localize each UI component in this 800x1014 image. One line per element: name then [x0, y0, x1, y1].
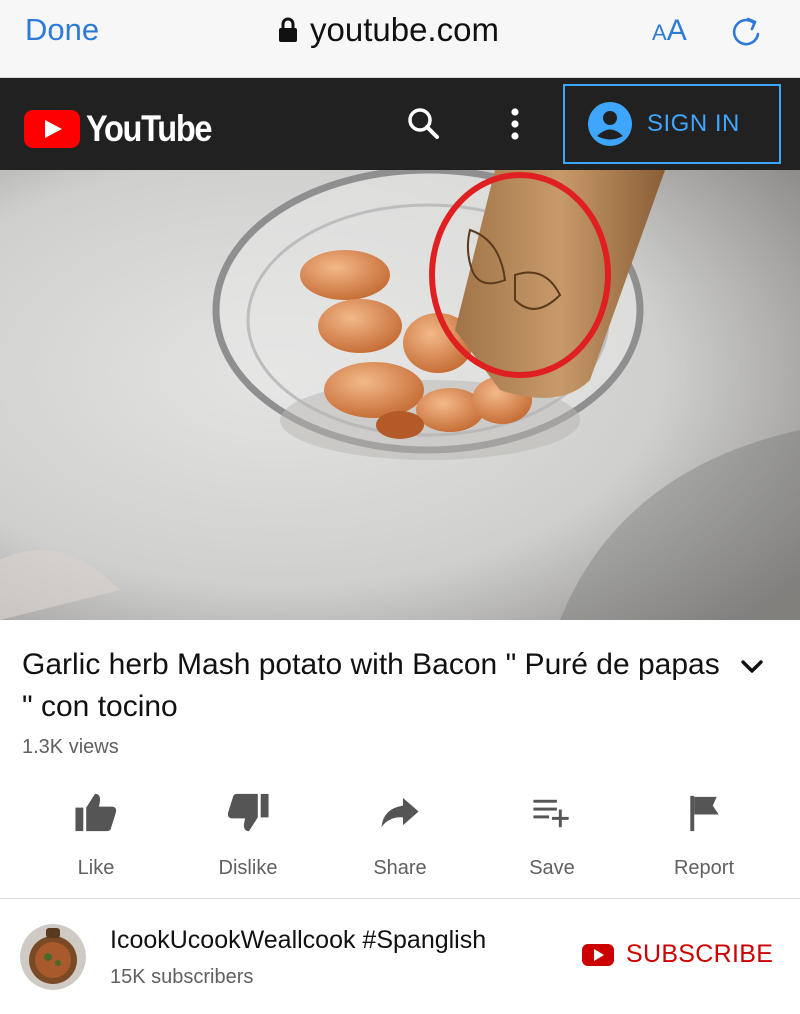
- video-title: Garlic herb Mash potato with Bacon " Pur…: [22, 648, 720, 723]
- flag-icon: [690, 795, 719, 832]
- search-icon[interactable]: [402, 102, 446, 146]
- thumb-up-icon: [75, 793, 117, 832]
- sign-in-button[interactable]: SIGN IN: [563, 84, 781, 164]
- done-button[interactable]: Done: [25, 12, 99, 48]
- playlist-add-icon: [533, 799, 569, 828]
- video-player[interactable]: [0, 170, 800, 620]
- subscribe-label: SUBSCRIBE: [626, 940, 774, 968]
- youtube-play-icon: [24, 110, 80, 148]
- view-count: 1.3K views: [22, 736, 119, 758]
- chevron-down-icon[interactable]: [736, 650, 768, 682]
- youtube-play-icon: [582, 943, 614, 966]
- video-thumbnail: [0, 170, 800, 620]
- dislike-button[interactable]: Dislike: [172, 780, 324, 880]
- dislike-label: Dislike: [218, 857, 278, 879]
- account-icon: [588, 102, 632, 146]
- channel-avatar[interactable]: [20, 924, 86, 990]
- youtube-header: YouTube SIGN IN: [0, 78, 800, 170]
- youtube-logo[interactable]: YouTube: [24, 108, 228, 150]
- thumb-down-icon: [227, 793, 269, 832]
- subscriber-count: 15K subscribers: [110, 966, 254, 988]
- share-arrow-icon: [381, 797, 419, 828]
- more-vert-icon[interactable]: [500, 102, 530, 146]
- reload-icon[interactable]: [726, 12, 766, 52]
- avatar-image: [20, 924, 86, 990]
- save-label: Save: [529, 857, 575, 879]
- url-text: youtube.com: [310, 11, 499, 48]
- section-divider: [0, 898, 800, 899]
- youtube-wordmark: YouTube: [86, 108, 213, 149]
- browser-toolbar: Done youtube.com AA: [0, 0, 800, 78]
- action-bar: Like Dislike Share Save Report: [20, 780, 780, 880]
- share-label: Share: [373, 857, 427, 879]
- like-button[interactable]: Like: [20, 780, 172, 880]
- aa-big-glyph: A: [666, 14, 687, 47]
- reader-text-size-button[interactable]: AA: [652, 14, 687, 48]
- sign-in-label: SIGN IN: [647, 110, 740, 137]
- channel-name[interactable]: IcookUcookWeallcook #Spanglish: [110, 926, 486, 955]
- report-label: Report: [673, 857, 735, 879]
- address-bar[interactable]: youtube.com: [278, 10, 499, 50]
- save-button[interactable]: Save: [476, 780, 628, 880]
- share-button[interactable]: Share: [324, 780, 476, 880]
- report-button[interactable]: Report: [628, 780, 780, 880]
- subscribe-button[interactable]: SUBSCRIBE: [582, 940, 773, 969]
- aa-small-glyph: A: [652, 20, 667, 45]
- lock-icon: [279, 17, 297, 42]
- like-label: Like: [77, 857, 115, 879]
